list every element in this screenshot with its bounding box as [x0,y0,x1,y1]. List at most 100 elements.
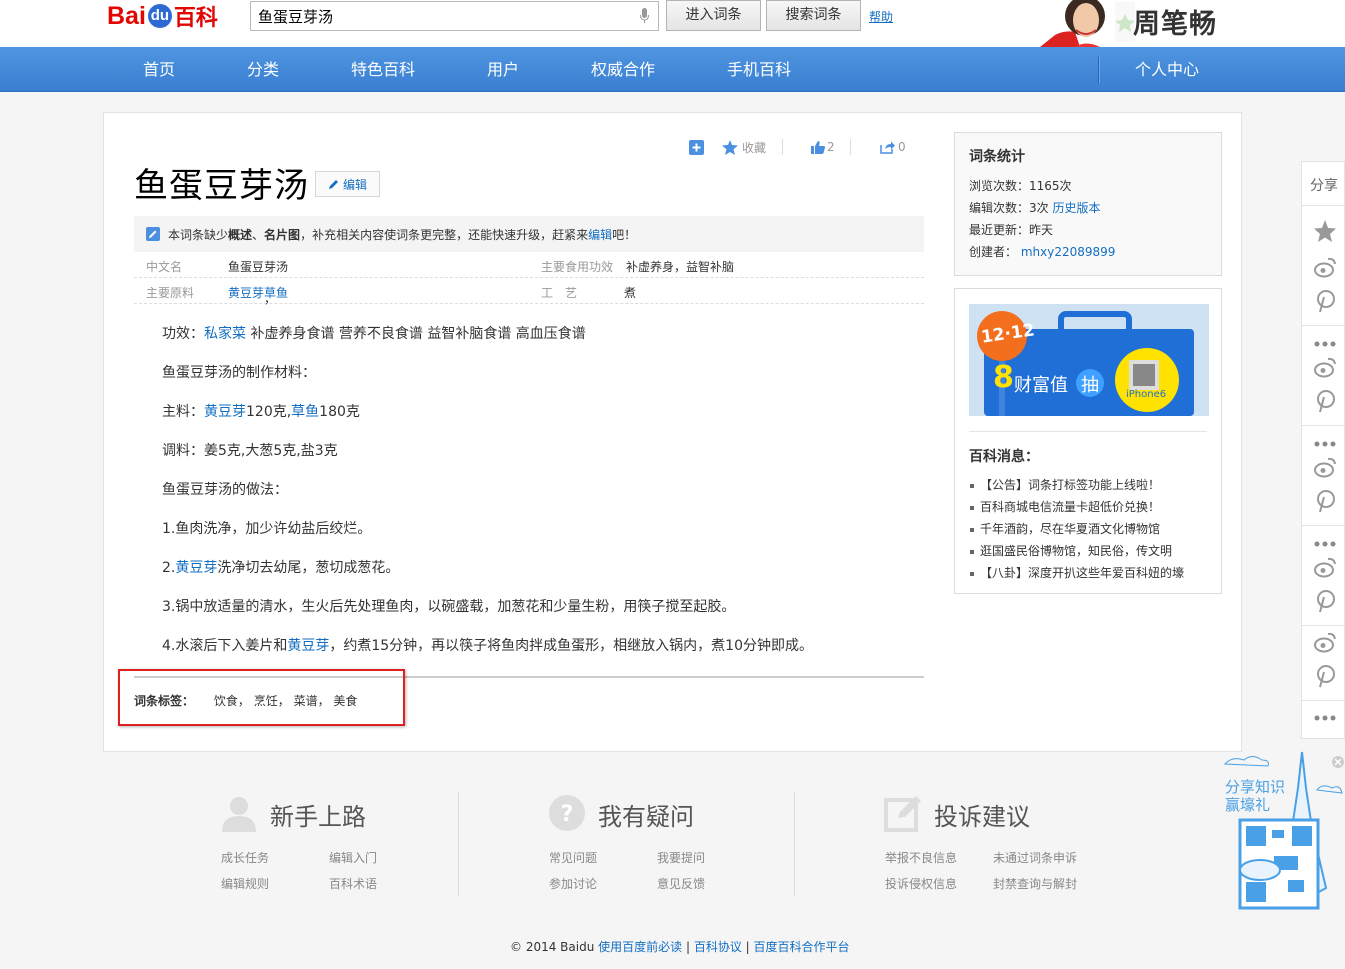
nav-user-center[interactable]: 个人中心 [1135,47,1199,92]
nav-users[interactable]: 用户 [487,47,519,92]
collect-button[interactable]: 收藏 [722,139,766,155]
nav-category[interactable]: 分类 [247,47,279,92]
footer-link[interactable]: 成长任务 [221,849,269,866]
more-icon[interactable] [1313,432,1337,456]
strip-divider [1301,205,1345,206]
help-link[interactable]: 帮助 [869,8,893,25]
nav-authority[interactable]: 权威合作 [591,47,655,92]
footer-divider [458,792,459,896]
banner-text: 财富值 [1014,375,1068,396]
info-val-effect: 补虚养身，益智补脑 [626,260,735,274]
link-grass-carp[interactable]: 草鱼 [291,404,319,420]
news-title: 百科消息： [969,449,1039,465]
footer-link[interactable]: 百科术语 [329,875,377,892]
nav-mobile[interactable]: 手机百科 [727,47,791,92]
more-icon[interactable] [1313,332,1337,356]
pinterest-icon[interactable] [1313,489,1337,513]
weibo-icon[interactable] [1313,355,1337,379]
info-val-ingredient: 黄豆芽，草鱼 [228,284,288,306]
stats-label: 编辑次数： [969,201,1030,215]
like-button[interactable]: 2 [811,139,835,155]
stats-title: 词条统计 [969,149,1025,165]
stats-value: 昨天 [1029,223,1054,237]
microphone-icon[interactable] [640,8,649,24]
paragraph-effect: 功效：私家菜 补虚养身食谱 营养不良食谱 益智补脑食谱 高血压食谱 [162,323,586,343]
footer-complaint-title: 投诉建议 [934,803,1030,831]
share-button[interactable]: 0 [880,139,906,155]
news-item[interactable]: 【八卦】深度开扒这些年爱百科妞的壕 [970,564,1184,581]
link-soybean-sprout[interactable]: 黄豆芽 [204,404,246,420]
share-label: 分享 [1310,178,1338,194]
notice-edit-link[interactable]: 编辑 [588,226,612,243]
footer-terms-link[interactable]: 使用百度前必读 [598,940,682,954]
link-sep: | [741,940,754,954]
footer-link[interactable]: 编辑规则 [221,875,269,892]
star-icon[interactable] [1313,219,1337,243]
weibo-icon[interactable] [1313,555,1337,579]
tool-divider [782,139,783,155]
para-text: 180克 [319,404,360,420]
weibo-icon[interactable] [1313,255,1337,279]
footer-divider [794,792,795,896]
stats-label: 最近更新： [969,223,1030,237]
enter-entry-button[interactable]: 进入词条 [666,0,761,31]
footer-link[interactable]: 未通过词条申诉 [993,849,1077,866]
incomplete-notice: 本词条缺少 概述、名片图 ，补充相关内容使词条更完整，还能快速升级，赶紧来 编辑 吧！ [134,216,924,252]
pinterest-icon[interactable] [1313,664,1337,688]
edit-button[interactable]: 编辑 [315,171,380,197]
creator-link[interactable]: mhxy22089899 [1021,245,1116,259]
footer-link[interactable]: 我要提问 [657,849,705,866]
footer-link[interactable]: 投诉侵权信息 [885,875,957,892]
weibo-icon[interactable] [1313,455,1337,479]
notice-middle: ，补充相关内容使词条更完整，还能快速升级，赶紧来 [300,227,589,242]
para-text: 2. [162,560,176,576]
link-private-dish[interactable]: 私家菜 [204,326,246,342]
like-count: 2 [827,140,835,154]
pinterest-icon[interactable] [1313,589,1337,613]
add-button[interactable] [689,139,704,155]
link-soybean-sprout[interactable]: 黄豆芽 [175,560,217,576]
footer-partner-link[interactable]: 百度百科合作平台 [754,940,850,954]
stats-value: 3次 [1029,201,1049,215]
footer-newbie-title: 新手上路 [270,803,366,831]
baidu-baike-logo[interactable]: Bai du 百科 [107,2,218,31]
footer-link[interactable]: 常见问题 [549,849,597,866]
tool-divider [850,139,851,155]
weibo-icon[interactable] [1313,630,1337,654]
news-item[interactable]: 逛国盛民俗博物馆，知民俗，传文明 [970,542,1172,559]
plus-icon [689,139,704,155]
notice-missing-image: 名片图 [264,227,301,242]
news-divider [969,431,1207,432]
share-knowledge-promo[interactable] [1222,748,1345,928]
history-version-link[interactable]: 历史版本 [1052,201,1100,215]
pinterest-icon[interactable] [1313,389,1337,413]
info-row: 主要原料 黄豆芽，草鱼 工 艺 煮 [134,278,924,306]
main-navbar: 首页 分类 特色百科 用户 权威合作 手机百科 个人中心 [0,47,1345,92]
ingredient-link-soybean[interactable]: 黄豆芽 [228,286,264,300]
info-key-craft: 工 艺 [541,286,578,300]
search-input[interactable] [251,2,621,30]
pinterest-icon[interactable] [1313,289,1337,313]
link-soybean-sprout[interactable]: 黄豆芽 [287,638,329,654]
para-text: 120克, [246,404,292,420]
promo-banner[interactable]: 12·12 8 财富值 抽 iPhone6 [969,304,1209,416]
search-entry-button[interactable]: 搜索词条 [766,0,861,31]
footer-agreement-link[interactable]: 百科协议 [694,940,742,954]
news-item[interactable]: 千年酒韵，尽在华夏酒文化博物馆 [970,520,1160,537]
copyright: © 2014 Baidu 使用百度前必读 | 百科协议 | 百度百科合作平台 [510,938,850,955]
info-key-ingredient: 主要原料 [146,286,195,300]
more-icon[interactable] [1313,706,1337,730]
nav-featured[interactable]: 特色百科 [351,47,415,92]
more-icon[interactable] [1313,532,1337,556]
footer-link[interactable]: 意见反馈 [657,875,705,892]
paragraph-materials-heading: 鱼蛋豆芽汤的制作材料： [162,365,316,381]
news-item[interactable]: 【公告】词条打标签功能上线啦！ [970,476,1160,493]
news-item[interactable]: 百科商城电信流量卡超低价兑换！ [970,498,1160,515]
strip-divider [1301,700,1345,701]
footer-link[interactable]: 封禁查询与解封 [993,875,1077,892]
footer-link[interactable]: 编辑入门 [329,849,377,866]
logo-baike: 百科 [173,5,218,30]
footer-link[interactable]: 参加讨论 [549,875,597,892]
nav-home[interactable]: 首页 [143,47,175,92]
footer-link[interactable]: 举报不良信息 [885,849,957,866]
